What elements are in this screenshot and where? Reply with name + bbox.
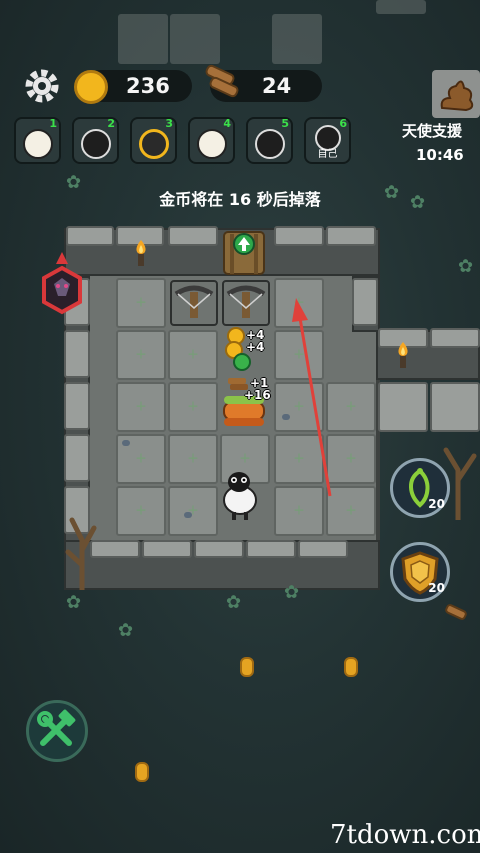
gain-label: +16 (244, 388, 271, 402)
dropped-coin[interactable] (344, 657, 358, 677)
pebble (122, 440, 130, 446)
wall-cap (194, 540, 244, 558)
wall-cap (430, 328, 480, 348)
corridor-floor (430, 382, 480, 432)
watermark-text: 7tdown.com (330, 820, 480, 850)
corridor-floor (378, 382, 428, 432)
floor-tile[interactable] (116, 486, 166, 536)
crossbow-turret-icon[interactable] (222, 280, 270, 326)
player-slot-5[interactable]: 5 (246, 117, 293, 164)
player-slot-2[interactable]: 2 (72, 117, 119, 164)
floor-tile[interactable] (168, 382, 218, 432)
wall-cap (64, 330, 90, 378)
wall-cap (352, 278, 378, 326)
gold-coin-icon (74, 70, 108, 104)
sheep-player-icon[interactable] (220, 466, 260, 522)
game-timer: 10:46 (416, 146, 464, 164)
player-slot-4[interactable]: 4 (188, 117, 235, 164)
faded-tile (272, 14, 322, 64)
wall-cap (142, 540, 192, 558)
wall-cap (246, 540, 296, 558)
sheep-avatar (139, 129, 169, 159)
wall-cap (168, 226, 218, 246)
player-slot-3[interactable]: 3 (130, 117, 177, 164)
floor-tile[interactable] (168, 330, 218, 380)
floor-tile[interactable] (116, 382, 166, 432)
grass-tuft: ✿ (118, 620, 134, 641)
dead-tree-icon (65, 517, 97, 590)
wall-cap (326, 226, 376, 246)
build-tools-button[interactable] (26, 700, 88, 762)
pebble (184, 512, 192, 518)
faded-tile (170, 14, 220, 64)
dropped-coin[interactable] (135, 762, 149, 782)
wolf-enemy-icon[interactable] (36, 250, 88, 320)
floor-tile[interactable] (168, 486, 218, 536)
sheep-avatar (81, 129, 111, 159)
floor-tile[interactable] (116, 278, 166, 328)
floor-tile[interactable] (168, 434, 218, 484)
sheep-avatar (23, 129, 53, 159)
crossbow-turret-icon[interactable] (170, 280, 218, 326)
hint-arrow-icon (292, 298, 332, 497)
wall-cap (274, 226, 324, 246)
poop-icon (440, 80, 474, 112)
grass-tuft: ✿ (458, 256, 474, 277)
coin-drop-countdown: 金币将在 16 秒后掉落 (159, 190, 321, 209)
self-label: 自己 (317, 149, 338, 160)
coin-count: 236 (126, 74, 170, 98)
thorn-ability-button[interactable]: 20 (390, 458, 450, 518)
player-slot-6[interactable]: 6 自己 (304, 117, 351, 164)
settings-gear-icon[interactable] (22, 66, 62, 106)
poop-item-button[interactable] (432, 70, 480, 118)
faded-tile (376, 0, 426, 14)
shield-ability-button[interactable]: 20 (390, 542, 450, 602)
wall-cap (66, 226, 114, 246)
wood-logs-icon (205, 64, 239, 98)
torch-icon (398, 342, 408, 368)
angel-support-label: 天使支援 (402, 122, 463, 140)
wall-cap (64, 382, 90, 430)
upgrade-door[interactable] (220, 226, 268, 276)
grass-tuft: ✿ (226, 592, 242, 613)
grass-tuft: ✿ (284, 582, 300, 603)
dropped-coin[interactable] (240, 657, 254, 677)
torch-icon (136, 240, 146, 266)
wood-count: 24 (262, 74, 292, 98)
floor-tile[interactable] (116, 330, 166, 380)
sheep-avatar (255, 129, 285, 159)
grass-tuft: ✿ (66, 592, 82, 613)
faded-tile (118, 14, 168, 64)
wall-cap (298, 540, 348, 558)
wall-cap (64, 434, 90, 482)
hammer-wrench-icon (37, 709, 76, 746)
wood-pickup-icon[interactable] (444, 604, 470, 626)
player-slot-1[interactable]: 1 (14, 117, 61, 164)
sheep-avatar (197, 129, 227, 159)
gain-label: +4 (246, 340, 265, 354)
